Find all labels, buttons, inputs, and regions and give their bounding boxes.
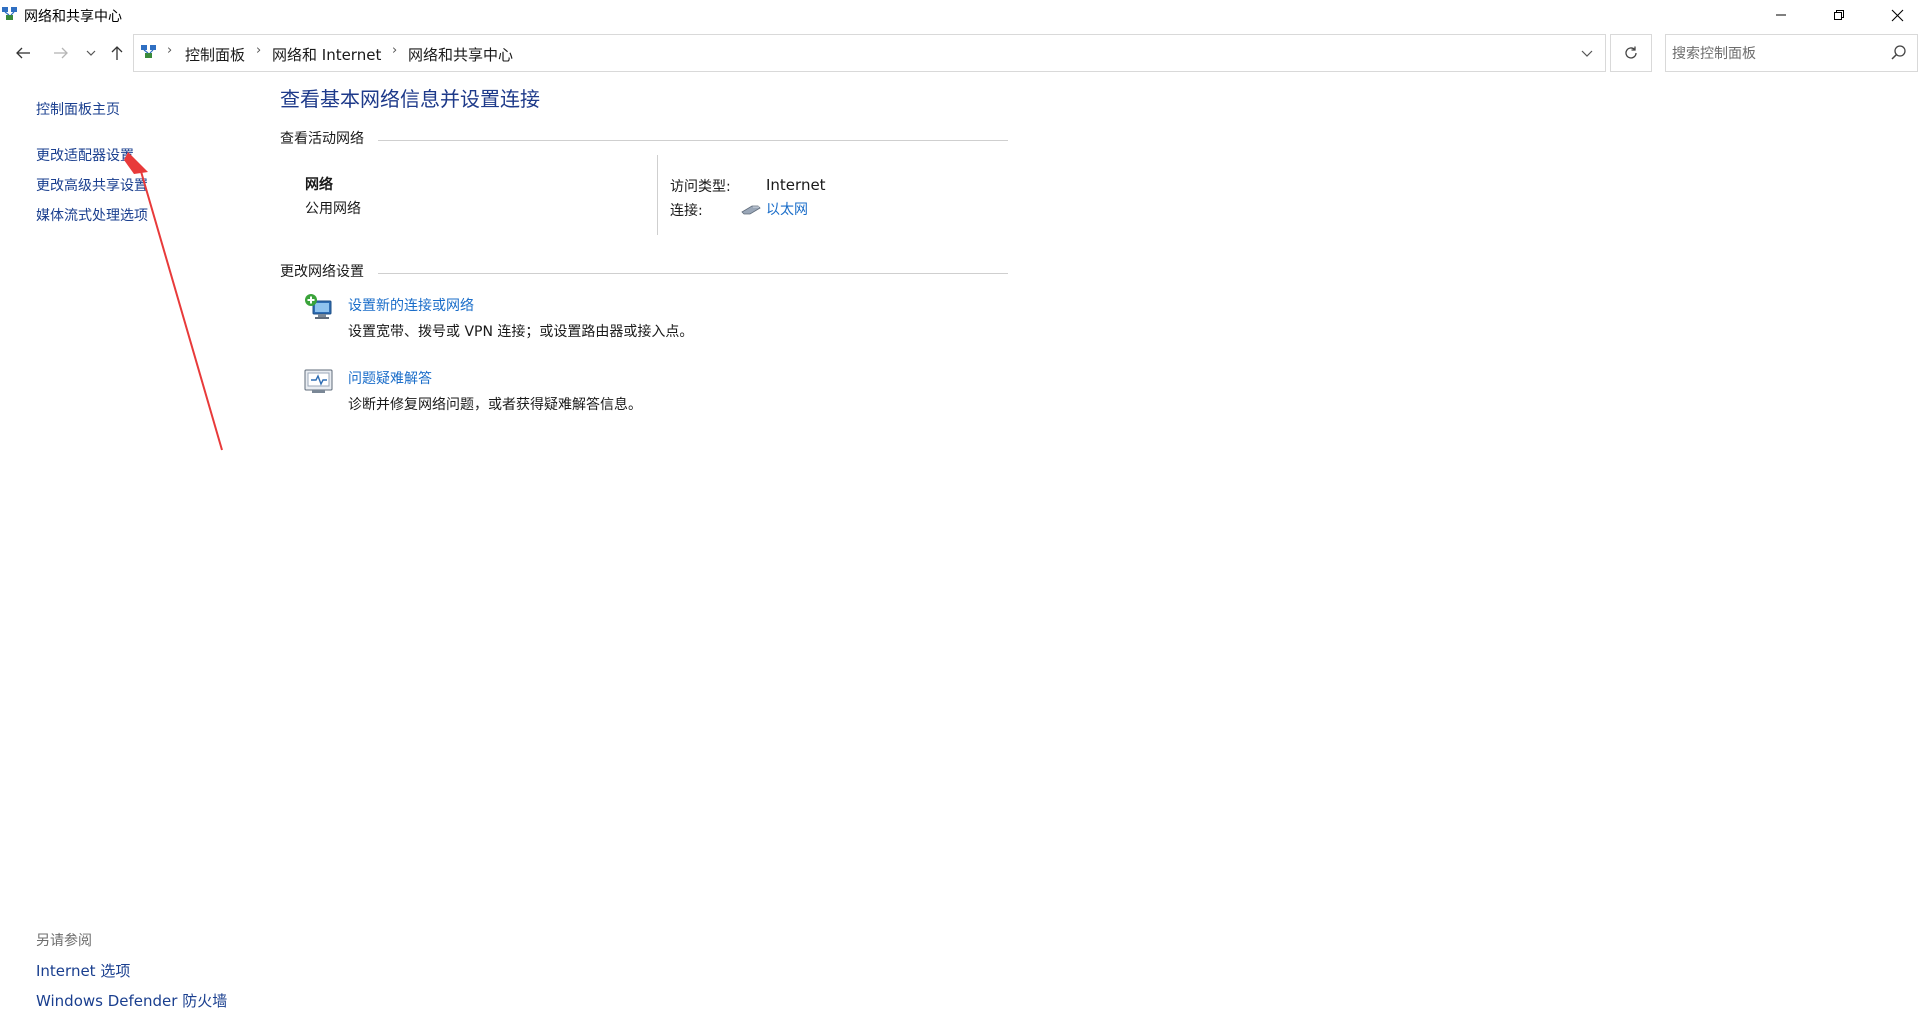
- ethernet-cable-icon: [741, 205, 761, 215]
- up-button[interactable]: [104, 40, 130, 66]
- chevron-right-icon[interactable]: ›: [256, 43, 261, 58]
- breadcrumb-network-internet[interactable]: 网络和 Internet: [272, 44, 381, 65]
- setup-new-connection-description: 设置宽带、拨号或 VPN 连接；或设置路由器或接入点。: [348, 324, 694, 340]
- new-connection-icon: [305, 294, 332, 319]
- change-settings-heading: 更改网络设置: [280, 264, 364, 280]
- troubleshoot-description: 诊断并修复网络问题，或者获得疑难解答信息。: [348, 397, 642, 413]
- see-also-heading: 另请参阅: [36, 933, 92, 949]
- refresh-button[interactable]: [1610, 34, 1652, 72]
- active-networks-heading: 查看活动网络: [280, 131, 364, 147]
- troubleshoot-icon: [304, 369, 333, 393]
- troubleshoot-link[interactable]: 问题疑难解答: [348, 368, 432, 388]
- close-icon: [1891, 9, 1903, 21]
- annotation-arrow: [124, 152, 223, 451]
- page-title: 查看基本网络信息并设置连接: [280, 87, 540, 111]
- arrow-up-icon: [111, 46, 123, 60]
- sidebar-item-adapter-settings[interactable]: 更改适配器设置: [36, 145, 134, 165]
- search-icon[interactable]: [1890, 44, 1908, 62]
- minimize-button[interactable]: [1752, 0, 1810, 30]
- recent-locations-button[interactable]: [80, 40, 102, 66]
- chevron-down-icon: [86, 50, 96, 56]
- chevron-right-icon[interactable]: ›: [392, 43, 397, 58]
- ethernet-link[interactable]: 以太网: [766, 199, 808, 219]
- close-button[interactable]: [1868, 0, 1920, 30]
- search-input[interactable]: [1672, 44, 1872, 64]
- control-panel-icon: [141, 45, 156, 58]
- see-also-internet-options[interactable]: Internet 选项: [36, 960, 130, 981]
- forward-button[interactable]: [48, 40, 74, 66]
- breadcrumb-network-center[interactable]: 网络和共享中心: [408, 44, 513, 65]
- title-bar: [0, 0, 1920, 30]
- vertical-divider: [657, 155, 658, 235]
- restore-button[interactable]: [1810, 0, 1868, 30]
- back-button[interactable]: [10, 40, 36, 66]
- refresh-icon: [1625, 46, 1637, 59]
- sidebar-item-media-streaming[interactable]: 媒体流式处理选项: [36, 205, 148, 225]
- address-dropdown-button[interactable]: [1570, 42, 1604, 66]
- chevron-down-icon: [1581, 50, 1593, 57]
- connection-label: 连接:: [670, 203, 703, 219]
- network-profile-type: 公用网络: [305, 201, 361, 217]
- breadcrumb-control-panel[interactable]: 控制面板: [185, 44, 245, 65]
- section-divider: [378, 273, 1008, 274]
- access-type-value: Internet: [766, 176, 826, 194]
- see-also-firewall[interactable]: Windows Defender 防火墙: [36, 990, 227, 1011]
- minimize-icon: [1776, 14, 1786, 16]
- section-divider: [378, 140, 1008, 141]
- setup-new-connection-link[interactable]: 设置新的连接或网络: [348, 295, 474, 315]
- network-center-icon: [2, 7, 17, 20]
- access-type-label: 访问类型:: [670, 179, 731, 195]
- arrow-right-icon: [54, 47, 68, 59]
- arrow-left-icon: [16, 47, 30, 59]
- restore-icon: [1834, 10, 1844, 20]
- chevron-right-icon[interactable]: ›: [167, 43, 172, 58]
- sidebar-item-advanced-sharing[interactable]: 更改高级共享设置: [36, 175, 148, 195]
- network-name: 网络: [305, 177, 333, 193]
- sidebar-home-link[interactable]: 控制面板主页: [36, 99, 120, 119]
- window-title: 网络和共享中心: [24, 9, 122, 25]
